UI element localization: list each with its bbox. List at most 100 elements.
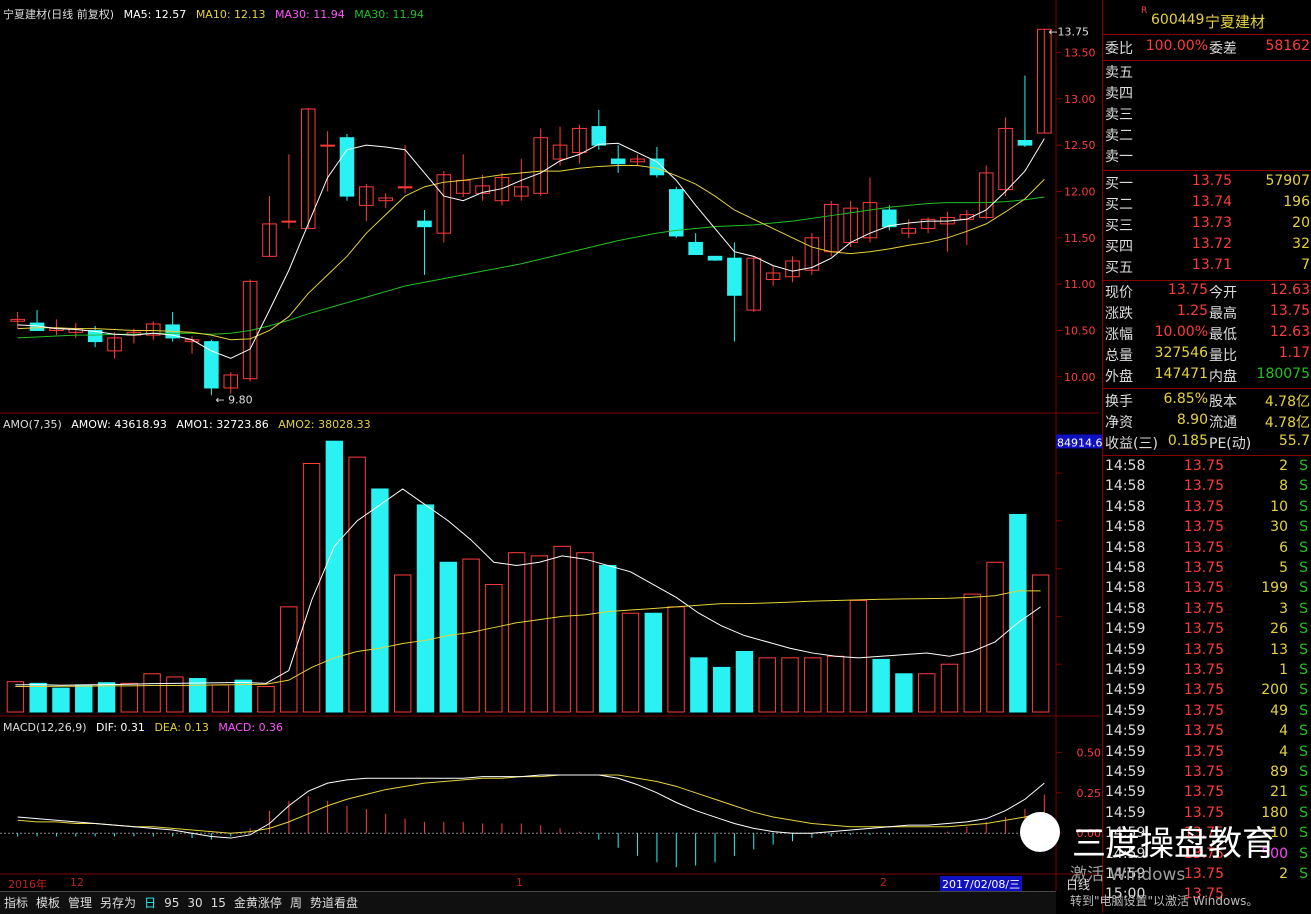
buy-level-row: 买二 13.74 196	[1103, 194, 1311, 214]
tick-time: 14:59	[1105, 743, 1146, 760]
sell-level-label: 卖五	[1105, 65, 1133, 81]
sell-level-label: 卖一	[1105, 149, 1133, 165]
buy-level-volume: 196	[1283, 194, 1310, 210]
buy-level-price: 13.72	[1191, 236, 1232, 252]
tab-9[interactable]: 周	[286, 892, 306, 914]
tab-8[interactable]: 金黄涨停	[230, 892, 286, 914]
tick-price: 13.75	[1183, 743, 1224, 760]
tab-1[interactable]: 模板	[32, 892, 64, 914]
fund-row: 换手 6.85% 股本 4.78亿	[1103, 391, 1311, 411]
tick-side: S	[1299, 764, 1308, 780]
stock-code: 600449	[1151, 12, 1205, 28]
tick-side: S	[1299, 804, 1308, 821]
tick-price: 13.75	[1183, 784, 1224, 801]
tick-time: 14:58	[1105, 519, 1146, 536]
tick-side: S	[1299, 580, 1308, 597]
stat-label: 涨跌	[1105, 306, 1133, 322]
price-tick-label: 12.50	[1064, 139, 1096, 152]
amo-bar	[485, 584, 503, 713]
stat-value-2: 12.63	[1269, 324, 1310, 340]
tab-2[interactable]: 管理	[64, 892, 96, 914]
price-tick-label: 13.00	[1064, 93, 1096, 106]
buy-level-label: 买一	[1105, 176, 1133, 192]
fund-label-2: PE(动)	[1209, 436, 1252, 452]
sidebar-divider	[1103, 170, 1311, 171]
candle-body	[397, 186, 413, 189]
ma30-label-1: MA30: 11.94	[275, 8, 345, 21]
tick-time: 14:58	[1105, 498, 1146, 515]
tab-7[interactable]: 15	[207, 892, 230, 914]
buy-level-price: 13.75	[1191, 173, 1232, 189]
amo-bar	[667, 606, 685, 713]
tick-volume: 13	[1270, 641, 1288, 658]
tick-time: 14:58	[1105, 539, 1146, 556]
tick-price: 13.75	[1183, 458, 1224, 474]
tick-time: 14:58	[1105, 560, 1146, 576]
macd-tick-label: 0.25	[1077, 787, 1102, 800]
candle-body	[882, 209, 897, 228]
price-tick-label: 13.50	[1064, 46, 1096, 59]
macd-title: MACD(12,26,9)	[3, 721, 87, 734]
amo-bar	[52, 687, 70, 713]
amo-bar	[120, 682, 139, 713]
candle-body	[610, 158, 626, 165]
buy-level-volume: 7	[1301, 257, 1310, 273]
fund-row: 收益(三) 0.185 PE(动) 55.7	[1103, 433, 1311, 453]
buy-level-row: 买三 13.73 20	[1103, 215, 1311, 235]
ma10-line	[17, 165, 1045, 341]
tick-row: 14:58 13.75 30 S	[1103, 519, 1311, 539]
tab-0[interactable]: 指标	[0, 892, 32, 914]
tick-volume: 4	[1279, 723, 1288, 740]
buy-level-volume: 32	[1292, 236, 1310, 252]
stat-value-2: 180075	[1256, 366, 1310, 382]
buy-level-label: 买三	[1105, 218, 1133, 234]
tab-6[interactable]: 30	[183, 892, 206, 914]
brand-watermark: 三度操盘教育	[1072, 824, 1276, 864]
tick-time: 14:59	[1105, 784, 1146, 801]
tick-side: S	[1299, 845, 1308, 862]
amo-bar	[690, 657, 708, 713]
price-tick-label: 10.00	[1064, 371, 1096, 384]
stat-row: 总量 327546 量比 1.17	[1103, 345, 1311, 365]
sell-level-label: 卖三	[1105, 107, 1133, 123]
stat-value-2: 12.63	[1269, 282, 1310, 298]
tick-price: 13.75	[1183, 641, 1224, 658]
candle-body	[591, 126, 607, 146]
tick-price: 13.75	[1183, 764, 1224, 780]
tick-row: 14:59 13.75 26 S	[1103, 621, 1311, 641]
tick-side: S	[1299, 825, 1308, 842]
tick-row: 14:58 13.75 199 S	[1103, 580, 1311, 600]
time-axis: 2016年 12 1 2 2017/02/08/三	[0, 876, 1056, 892]
tick-time: 14:59	[1105, 764, 1146, 780]
candle-body	[281, 220, 297, 223]
tick-row: 14:59 13.75 1 S	[1103, 662, 1311, 682]
main-title-bar: 宁夏建材(日线 前复权) MA5: 12.57 MA10: 12.13 MA30…	[3, 6, 430, 22]
amo-bar	[530, 555, 549, 713]
tab-4[interactable]: 日	[140, 892, 160, 914]
amo-bar	[507, 552, 526, 713]
tick-volume: 30	[1270, 519, 1288, 536]
tab-10[interactable]: 势道看盘	[306, 892, 362, 914]
buy-level-volume: 57907	[1265, 173, 1310, 189]
amo-bar	[29, 682, 47, 713]
tab-5[interactable]: 95	[160, 892, 183, 914]
tick-row: 14:58 13.75 8 S	[1103, 478, 1311, 498]
stat-label-2: 最高	[1209, 306, 1237, 322]
stat-value: 327546	[1154, 345, 1208, 361]
weibi-label: 委比	[1105, 41, 1133, 57]
tick-price: 13.75	[1183, 662, 1224, 678]
tick-price: 13.75	[1183, 560, 1224, 576]
amo-title-bar: AMO(7,35) AMOW: 43618.93 AMO1: 32723.86 …	[3, 418, 377, 431]
fund-label: 收益(三)	[1105, 436, 1158, 452]
tick-time: 14:59	[1105, 702, 1146, 719]
tick-price: 13.75	[1183, 702, 1224, 719]
amo-bar	[872, 658, 890, 713]
candle-body	[688, 241, 703, 255]
amo-bar	[917, 673, 936, 713]
tick-time: 14:59	[1105, 662, 1146, 678]
amo-title: AMO(7,35)	[3, 418, 62, 431]
amo-bar	[599, 564, 617, 713]
tab-3[interactable]: 另存为	[96, 892, 140, 914]
weibi-row: 委比 100.00% 委差 58162	[1103, 38, 1311, 58]
ma5-label: MA5: 12.57	[123, 8, 187, 21]
